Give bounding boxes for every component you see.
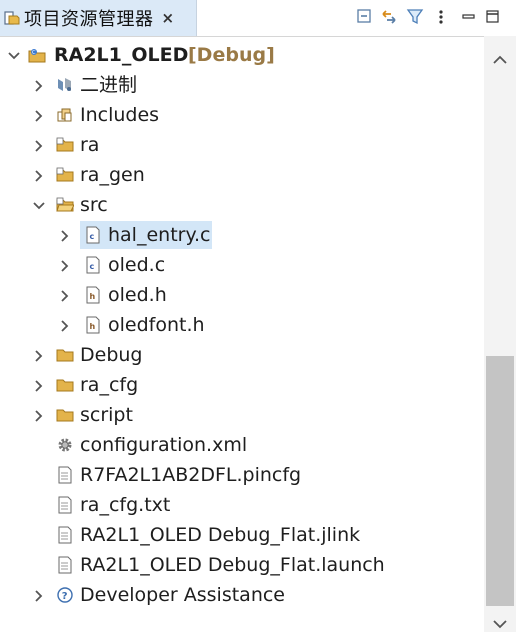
project-tree: C RA2L1_OLED [Debug] 二进制 Includes ra ra_…: [0, 39, 484, 632]
tree-item-hal-entry-c[interactable]: c hal_entry.c: [0, 220, 484, 250]
tree-item-script[interactable]: script: [0, 400, 484, 430]
chevron-down-icon[interactable]: [32, 198, 46, 212]
chevron-right-icon[interactable]: [32, 378, 46, 392]
chevron-right-icon[interactable]: [58, 228, 72, 242]
tree-item-label: ra_cfg: [80, 374, 139, 396]
svg-text:h: h: [90, 292, 96, 301]
source-folder-icon: [56, 136, 74, 154]
chevron-down-icon[interactable]: [7, 48, 21, 62]
chevron-right-icon[interactable]: [32, 408, 46, 422]
tree-item-oled-h[interactable]: h oled.h: [0, 280, 484, 310]
open-source-folder-icon: [56, 196, 75, 214]
project-config: [Debug]: [188, 44, 275, 66]
tree-item-label: oled.c: [108, 254, 166, 276]
tree-item-label: script: [80, 404, 133, 426]
project-explorer-tab[interactable]: 项目资源管理器 ×: [0, 0, 197, 36]
header-file-icon: h: [84, 316, 102, 334]
minimize-icon[interactable]: [460, 8, 478, 26]
tree-item-src[interactable]: src: [0, 190, 484, 220]
filter-icon[interactable]: [406, 8, 424, 26]
project-explorer-icon: [4, 10, 20, 26]
c-source-file-icon: c: [84, 256, 102, 274]
chevron-right-icon[interactable]: [58, 288, 72, 302]
tree-item-pincfg[interactable]: R7FA2L1AB2DFL.pincfg: [0, 460, 484, 490]
view-menu-icon[interactable]: [432, 8, 450, 26]
tree-item-label: oledfont.h: [108, 314, 205, 336]
tree-item-debug[interactable]: Debug: [0, 340, 484, 370]
tree-item-label: Includes: [80, 104, 160, 126]
chevron-right-icon[interactable]: [32, 168, 46, 182]
collapse-all-icon[interactable]: [356, 8, 374, 26]
c-source-file-icon: c: [84, 226, 102, 244]
tree-item-ra-gen[interactable]: ra_gen: [0, 160, 484, 190]
header-file-icon: h: [84, 286, 102, 304]
scrollbar-thumb[interactable]: [486, 356, 514, 606]
includes-icon: [56, 106, 74, 124]
tree-item-configuration-xml[interactable]: configuration.xml: [0, 430, 484, 460]
tree-item-ra-cfg-txt[interactable]: ra_cfg.txt: [0, 490, 484, 520]
link-with-editor-icon[interactable]: [380, 8, 398, 26]
tree-item-ra[interactable]: ra: [0, 130, 484, 160]
tree-item-label: Developer Assistance: [80, 584, 286, 606]
chevron-right-icon[interactable]: [32, 108, 46, 122]
tree-item-jlink[interactable]: RA2L1_OLED Debug_Flat.jlink: [0, 520, 484, 550]
tree-item-label: ra: [80, 134, 100, 156]
tree-item-label: ra_cfg.txt: [80, 494, 171, 516]
tree-item-label: src: [80, 194, 108, 216]
scroll-down-icon[interactable]: [493, 614, 507, 633]
svg-text:?: ?: [62, 591, 68, 602]
chevron-right-icon[interactable]: [58, 258, 72, 272]
tree-item-project[interactable]: C RA2L1_OLED [Debug]: [0, 40, 484, 70]
help-icon: ?: [56, 586, 74, 604]
project-name: RA2L1_OLED: [54, 44, 189, 66]
file-icon: [56, 556, 74, 574]
chevron-right-icon[interactable]: [32, 138, 46, 152]
tree-item-oledfont-h[interactable]: h oledfont.h: [0, 310, 484, 340]
chevron-right-icon[interactable]: [58, 318, 72, 332]
scroll-up-icon[interactable]: [493, 50, 507, 69]
tree-item-ra-cfg[interactable]: ra_cfg: [0, 370, 484, 400]
tab-close-icon[interactable]: ×: [162, 9, 175, 27]
svg-text:c: c: [90, 262, 95, 271]
svg-text:h: h: [90, 322, 96, 331]
tree-item-label: hal_entry.c: [108, 224, 211, 246]
folder-icon: [56, 406, 74, 424]
gear-icon: [56, 436, 74, 454]
tree-item-oled-c[interactable]: c oled.c: [0, 250, 484, 280]
binaries-icon: [56, 76, 74, 94]
tree-item-label: R7FA2L1AB2DFL.pincfg: [80, 464, 302, 486]
project-folder-icon: C: [28, 46, 46, 64]
tree-item-label: RA2L1_OLED Debug_Flat.jlink: [80, 524, 361, 546]
text-file-icon: [56, 496, 74, 514]
tree-item-launch[interactable]: RA2L1_OLED Debug_Flat.launch: [0, 550, 484, 580]
chevron-right-icon[interactable]: [32, 78, 46, 92]
folder-icon: [56, 376, 74, 394]
view-tab-bar: 项目资源管理器 ×: [0, 0, 516, 37]
svg-text:c: c: [90, 232, 95, 241]
maximize-icon[interactable]: [484, 8, 502, 26]
folder-icon: [56, 346, 74, 364]
tab-title: 项目资源管理器: [24, 9, 154, 30]
tree-item-label: RA2L1_OLED Debug_Flat.launch: [80, 554, 385, 576]
tree-item-label: configuration.xml: [80, 434, 248, 456]
chevron-right-icon[interactable]: [32, 588, 46, 602]
tree-item-label: 二进制: [80, 74, 138, 96]
tree-item-label: ra_gen: [80, 164, 145, 186]
file-icon: [56, 526, 74, 544]
chevron-right-icon[interactable]: [32, 348, 46, 362]
tree-item-label: oled.h: [108, 284, 167, 306]
tree-item-binaries[interactable]: 二进制: [0, 70, 484, 100]
svg-text:C: C: [32, 50, 36, 56]
tree-item-developer-assistance[interactable]: ? Developer Assistance: [0, 580, 484, 610]
tree-item-label: Debug: [80, 344, 143, 366]
tree-item-includes[interactable]: Includes: [0, 100, 484, 130]
file-icon: [56, 466, 74, 484]
source-folder-icon: [56, 166, 74, 184]
